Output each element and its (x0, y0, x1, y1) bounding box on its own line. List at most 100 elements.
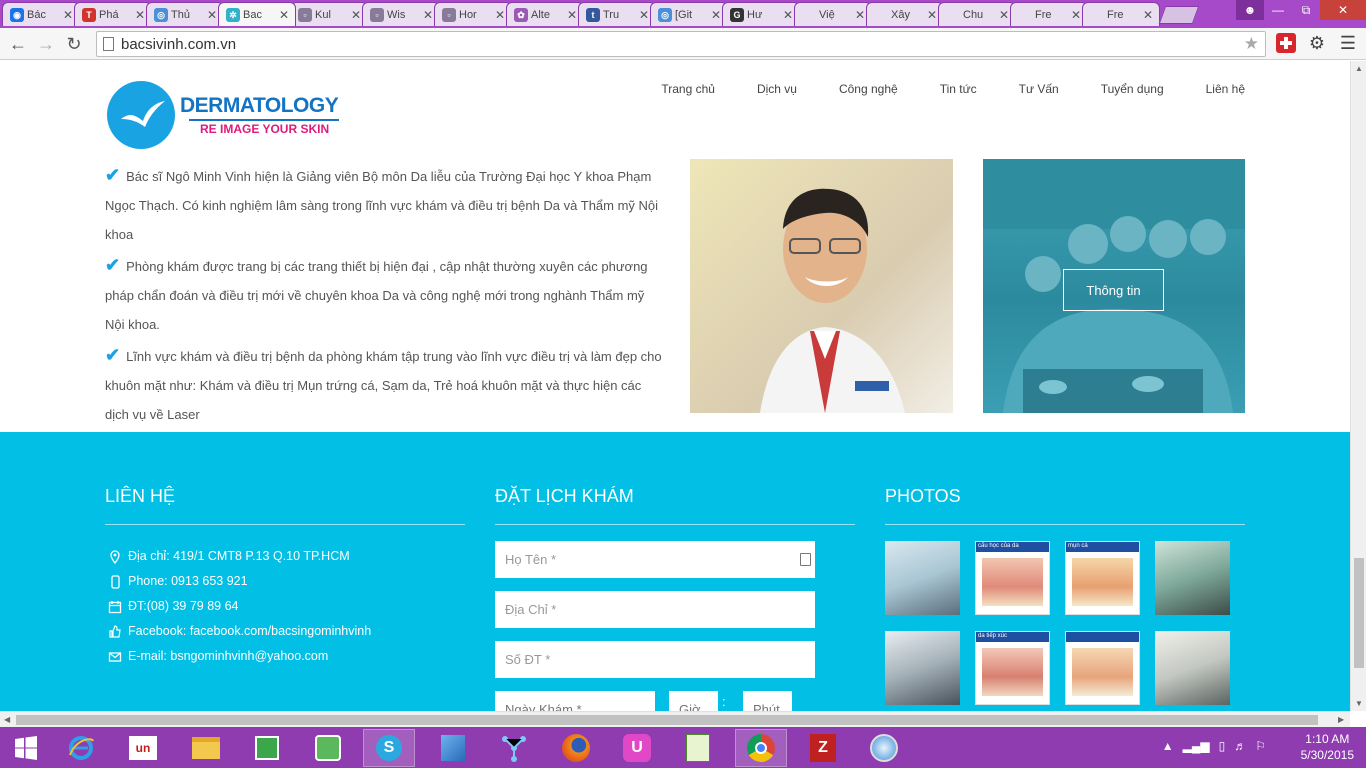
battery-icon[interactable]: ▯ (1219, 739, 1226, 753)
scroll-left-arrow-icon[interactable]: ◀ (4, 715, 10, 724)
tab-close-icon[interactable]: ✕ (855, 8, 865, 22)
clock[interactable]: 1:10 AM 5/30/2015 (1301, 731, 1354, 763)
minimize-button[interactable]: — (1264, 0, 1292, 20)
scroll-down-arrow-icon[interactable]: ▼ (1355, 699, 1363, 708)
tab-close-icon[interactable]: ✕ (639, 8, 649, 22)
browser-tab[interactable]: ✿ Alte ✕ (506, 2, 584, 26)
network-app-icon[interactable] (488, 729, 540, 767)
extension-icon[interactable] (1276, 33, 1296, 53)
start-button[interactable] (0, 729, 52, 767)
action-center-icon[interactable]: ⚐ (1255, 739, 1266, 753)
browser-tab[interactable]: t Tru ✕ (578, 2, 656, 26)
tab-close-icon[interactable]: ✕ (927, 8, 937, 22)
tab-close-icon[interactable]: ✕ (1143, 8, 1153, 22)
menu-icon[interactable]: ☰ (1338, 33, 1358, 53)
notepad-plus-icon[interactable] (672, 729, 724, 767)
nav-lien-he[interactable]: Liên hệ (1206, 82, 1245, 96)
name-input[interactable] (495, 541, 815, 578)
browser-tab[interactable]: ✲ Bac ✕ (218, 2, 296, 26)
gallery-photo[interactable] (885, 541, 960, 615)
uc-browser-icon[interactable]: U (611, 729, 663, 767)
browser-tab[interactable]: ◉ Bác ✕ (2, 2, 80, 26)
restore-button[interactable]: ⧉ (1292, 0, 1320, 20)
unikey-icon[interactable]: un (117, 729, 169, 767)
tab-close-icon[interactable]: ✕ (567, 8, 577, 22)
tab-close-icon[interactable]: ✕ (207, 8, 217, 22)
gallery-photo[interactable] (1155, 541, 1230, 615)
tab-close-icon[interactable]: ✕ (783, 8, 793, 22)
browser-tab[interactable]: ◎ [Git ✕ (650, 2, 728, 26)
horizontal-scrollbar[interactable]: ◀ ▶ (0, 711, 1350, 727)
network-signal-icon[interactable]: ▂▄▆ (1183, 739, 1210, 753)
tab-close-icon[interactable]: ✕ (711, 8, 721, 22)
chrome-icon[interactable] (735, 729, 787, 767)
safari-icon[interactable] (858, 729, 910, 767)
scroll-thumb[interactable] (1354, 558, 1364, 668)
file-explorer-icon[interactable] (180, 729, 232, 767)
tab-close-icon[interactable]: ✕ (351, 8, 361, 22)
hour-input[interactable] (669, 691, 718, 711)
vertical-scrollbar[interactable]: ▲ ▼ (1350, 61, 1366, 711)
tab-close-icon[interactable]: ✕ (63, 8, 73, 22)
gallery-photo[interactable] (1065, 631, 1140, 705)
nav-cong-nghe[interactable]: Công nghệ (839, 82, 898, 96)
gallery-photo[interactable] (1155, 631, 1230, 705)
store-icon[interactable] (241, 729, 293, 767)
back-button[interactable]: ← (6, 32, 30, 56)
address-input[interactable] (495, 591, 815, 628)
gallery-photo[interactable]: da tiếp xúc (975, 631, 1050, 705)
browser-tab[interactable]: Fre ✕ (1082, 2, 1160, 26)
show-hidden-icons-icon[interactable]: ▲ (1162, 739, 1174, 753)
settings-gear-icon[interactable]: ⚙ (1307, 33, 1327, 53)
nav-tuyen-dung[interactable]: Tuyển dụng (1101, 82, 1164, 96)
contact-facebook[interactable]: Facebook: facebook.com/bacsingominhvinh (108, 619, 371, 644)
gallery-photo[interactable]: mụn cá (1065, 541, 1140, 615)
nav-tu-van[interactable]: Tư Vấn (1019, 82, 1059, 96)
browser-tab[interactable]: Việ ✕ (794, 2, 872, 26)
browser-tab[interactable]: ▫ Wis ✕ (362, 2, 440, 26)
bookmark-star-icon[interactable]: ★ (1244, 34, 1259, 54)
nav-trang-chu[interactable]: Trang chủ (661, 82, 715, 96)
filezilla-icon[interactable]: Z (797, 729, 849, 767)
gallery-photo[interactable]: cấu học của da (975, 541, 1050, 615)
url-input[interactable] (121, 35, 1221, 53)
browser-tab[interactable]: ▫ Kul ✕ (290, 2, 368, 26)
app-window-icon[interactable] (427, 729, 479, 767)
date-input[interactable] (495, 691, 655, 711)
browser-tab[interactable]: ◎ Thủ ✕ (146, 2, 224, 26)
minute-input[interactable] (743, 691, 792, 711)
browser-tab[interactable]: T Phá ✕ (74, 2, 152, 26)
close-window-button[interactable]: ✕ (1320, 0, 1366, 20)
scroll-up-arrow-icon[interactable]: ▲ (1355, 64, 1363, 73)
firefox-icon[interactable] (550, 729, 602, 767)
info-button[interactable]: Thông tin (1063, 269, 1164, 311)
tab-close-icon[interactable]: ✕ (135, 8, 145, 22)
tab-close-icon[interactable]: ✕ (423, 8, 433, 22)
phone-input[interactable] (495, 641, 815, 678)
tab-close-icon[interactable]: ✕ (279, 8, 289, 22)
omnibox[interactable]: ★ (96, 31, 1266, 57)
speaker-icon[interactable]: ♬ (1234, 739, 1246, 753)
browser-tab[interactable]: Fre ✕ (1010, 2, 1088, 26)
nav-dich-vu[interactable]: Dịch vụ (757, 82, 797, 96)
tab-close-icon[interactable]: ✕ (1071, 8, 1081, 22)
browser-tab[interactable]: Xây ✕ (866, 2, 944, 26)
gallery-photo[interactable] (885, 631, 960, 705)
forward-button[interactable]: → (34, 32, 58, 56)
nav-tin-tuc[interactable]: Tin tức (940, 82, 977, 96)
reload-button[interactable]: ↻ (62, 32, 86, 56)
site-logo[interactable]: DERMATOLOGY RE IMAGE YOUR SKIN (107, 81, 357, 151)
tab-close-icon[interactable]: ✕ (999, 8, 1009, 22)
browser-tab[interactable]: ▫ Hor ✕ (434, 2, 512, 26)
skype-icon[interactable]: S (363, 729, 415, 767)
browser-tab[interactable]: Chu ✕ (938, 2, 1016, 26)
scroll-right-arrow-icon[interactable]: ▶ (1338, 715, 1344, 724)
internet-explorer-icon[interactable] (55, 729, 107, 767)
chat-app-icon[interactable] (302, 729, 354, 767)
scroll-thumb[interactable] (16, 715, 1318, 725)
profile-icon[interactable]: ☻ (1236, 0, 1264, 20)
contact-email[interactable]: E-mail: bsngominhvinh@yahoo.com (108, 644, 371, 669)
tab-close-icon[interactable]: ✕ (495, 8, 505, 22)
browser-tab[interactable]: G Hư ✕ (722, 2, 800, 26)
new-tab-button[interactable] (1158, 6, 1200, 24)
